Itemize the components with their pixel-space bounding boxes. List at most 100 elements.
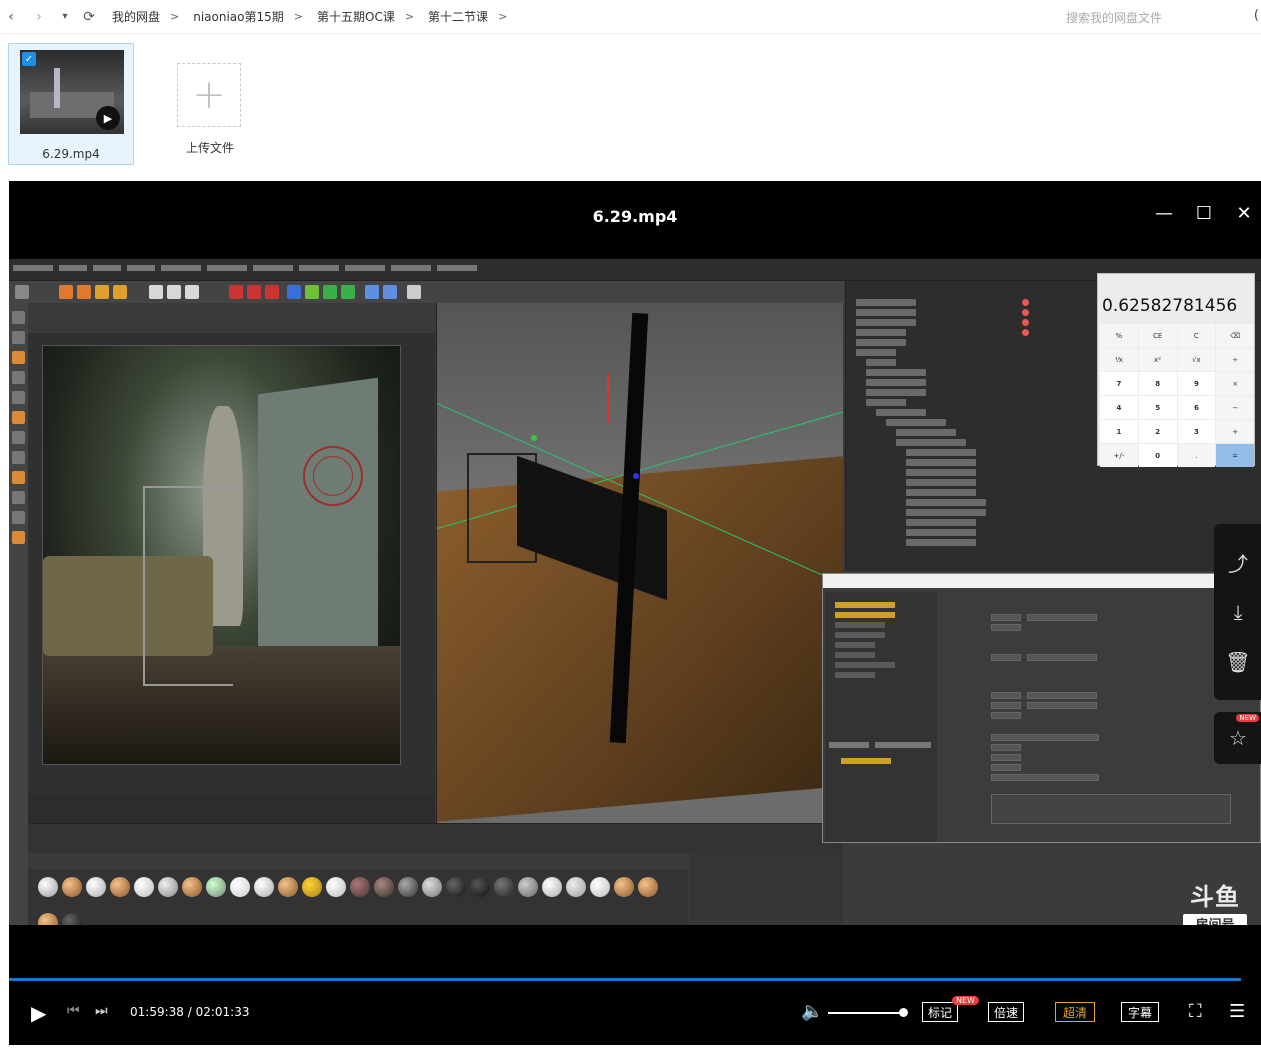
calculator-key[interactable]: 3 — [1177, 420, 1216, 443]
previous-icon[interactable]: ⏮ — [67, 1003, 80, 1019]
material-ball — [38, 877, 58, 897]
calculator-key[interactable]: 9 — [1177, 372, 1216, 395]
object-row — [906, 469, 976, 476]
minimize-icon[interactable]: — — [1150, 203, 1178, 224]
calculator-key[interactable]: × — [1216, 372, 1254, 395]
breadcrumb-my-drive[interactable]: 我的网盘 — [112, 8, 160, 25]
pin-action: ☆ NEW — [1214, 712, 1261, 764]
settings-sidebar — [825, 592, 937, 842]
volume-slider-knob[interactable] — [899, 1008, 908, 1017]
calculator-key[interactable]: 7 — [1100, 372, 1138, 395]
calculator-key[interactable]: 5 — [1138, 396, 1177, 419]
calculator-key[interactable]: x² — [1138, 348, 1177, 371]
search-edge-glyph: ( — [1253, 8, 1259, 23]
dock-icon — [12, 311, 25, 324]
calculator-key[interactable]: 2 — [1138, 420, 1177, 443]
settings-row — [875, 742, 931, 748]
quality-button[interactable]: 超清 — [1055, 1002, 1095, 1022]
history-dropdown-icon[interactable]: ▾ — [56, 8, 74, 26]
upload-plus-icon[interactable]: + — [177, 63, 241, 127]
volume-slider-track[interactable] — [828, 1012, 903, 1014]
mark-new-badge: NEW — [952, 996, 979, 1005]
forward-arrow-icon[interactable]: › — [30, 8, 48, 26]
object-row — [856, 329, 906, 336]
object-row — [866, 369, 926, 376]
back-arrow-icon[interactable]: ‹ — [2, 8, 20, 26]
file-card-video[interactable]: ▶ ✓ 6.29.mp4 — [8, 43, 134, 165]
mark-button[interactable]: 标记 — [922, 1002, 958, 1022]
pin-icon[interactable]: ☆ — [1224, 724, 1252, 752]
c4d-timeline — [28, 823, 843, 853]
download-icon[interactable]: ⤓ — [1224, 598, 1252, 626]
next-icon[interactable]: ⏭ — [95, 1003, 108, 1019]
object-row — [906, 529, 976, 536]
calculator-key[interactable]: 1 — [1100, 420, 1138, 443]
file-name[interactable]: 6.29.mp4 — [9, 147, 133, 161]
share-icon[interactable]: ⤴ — [1224, 548, 1252, 576]
object-tag — [1022, 329, 1029, 336]
breadcrumb-niaoniao[interactable]: niaoniao第15期 — [193, 8, 284, 25]
calculator-key[interactable]: = — [1216, 444, 1254, 467]
calculator-key[interactable]: 4 — [1100, 396, 1138, 419]
material-ball — [62, 913, 82, 925]
calculator-key[interactable]: + — [1216, 420, 1254, 443]
tool-icon — [229, 285, 243, 299]
material-ball — [86, 877, 106, 897]
side-action-bar: ⤴ ⤓ 🗑 — [1214, 524, 1261, 700]
calculator-key[interactable]: 6 — [1177, 396, 1216, 419]
fullscreen-icon[interactable]: ⛶ — [1189, 1001, 1202, 1022]
calculator-key[interactable]: √x — [1177, 348, 1216, 371]
pin-new-badge: NEW — [1236, 714, 1259, 722]
material-ball — [422, 877, 442, 897]
upload-label[interactable]: 上传文件 — [160, 139, 260, 156]
play-icon[interactable]: ▶ — [96, 106, 120, 130]
checkbox-checked-icon[interactable]: ✓ — [22, 52, 36, 66]
calculator-key[interactable]: C — [1177, 324, 1216, 347]
object-row — [886, 419, 946, 426]
object-tag — [1022, 319, 1029, 326]
material-ball — [374, 877, 394, 897]
object-row — [906, 539, 976, 546]
settings-field — [991, 614, 1021, 621]
dock-icon — [12, 531, 25, 544]
close-icon[interactable]: ✕ — [1230, 203, 1258, 224]
render-preview-image — [42, 345, 401, 765]
speed-button[interactable]: 倍速 — [988, 1002, 1024, 1022]
video-frame[interactable]: 0.62582781456 % CE C ⌫ ⅟x x² √x ÷ 7 8 9 × 4 5 6− 1 2 3 + +/… — [9, 259, 1261, 925]
calculator-key[interactable]: CE — [1138, 324, 1177, 347]
subtitle-button[interactable]: 字幕 — [1121, 1002, 1159, 1022]
dock-icon — [12, 391, 25, 404]
calculator-key[interactable]: − — [1216, 396, 1254, 419]
tool-icon — [15, 285, 29, 299]
calculator-key[interactable]: . — [1177, 444, 1216, 467]
settings-field — [991, 712, 1021, 719]
playlist-icon[interactable]: ☰ — [1229, 1001, 1245, 1022]
tool-icon — [323, 285, 337, 299]
delete-icon[interactable]: 🗑 — [1224, 648, 1252, 676]
object-tag — [1022, 299, 1029, 306]
search-input[interactable]: 搜索我的网盘文件 — [1066, 6, 1241, 28]
play-icon[interactable]: ▶ — [31, 1001, 46, 1025]
material-ball — [494, 877, 514, 897]
object-tag — [1022, 309, 1029, 316]
calculator-key[interactable]: +/- — [1100, 444, 1138, 467]
calculator-key[interactable]: 0 — [1138, 444, 1177, 467]
tool-icon — [113, 285, 127, 299]
viewport-panel — [436, 303, 843, 823]
volume-icon[interactable]: 🔈 — [801, 1001, 823, 1022]
calculator-key[interactable]: % — [1100, 324, 1138, 347]
dock-icon — [12, 371, 25, 384]
calculator-key[interactable]: 8 — [1138, 372, 1177, 395]
object-row — [876, 409, 926, 416]
maximize-icon[interactable]: ☐ — [1190, 203, 1218, 224]
tool-icon — [365, 285, 379, 299]
calculator-key[interactable]: ÷ — [1216, 348, 1254, 371]
material-ball — [614, 877, 634, 897]
breadcrumb-oc-course[interactable]: 第十五期OC课 — [317, 8, 395, 25]
settings-row — [835, 622, 885, 628]
calculator-key[interactable]: ⌫ — [1216, 324, 1254, 347]
calculator-key[interactable]: ⅟x — [1100, 348, 1138, 371]
breadcrumb-lesson-12[interactable]: 第十二节课 — [428, 8, 488, 25]
refresh-icon[interactable]: ⟳ — [80, 8, 98, 26]
menu-item — [345, 265, 385, 271]
